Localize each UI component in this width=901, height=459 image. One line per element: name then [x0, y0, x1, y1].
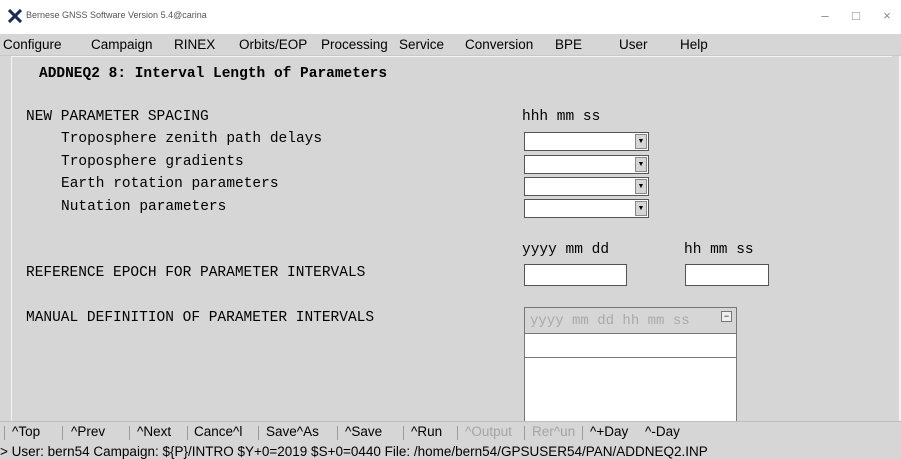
tropo-gradients-combo[interactable]: ▼: [524, 155, 649, 174]
separator: [582, 426, 583, 440]
manual-intervals-table[interactable]: yyyy mm dd hh mm ss −: [524, 307, 737, 423]
save-as-button[interactable]: Save^As: [266, 424, 319, 439]
spacing-format-label: hhh mm ss: [522, 109, 601, 125]
dropdown-arrow-icon[interactable]: ▼: [635, 179, 647, 194]
epoch-time-field[interactable]: [685, 264, 769, 286]
menu-rinex[interactable]: RINEX: [174, 37, 215, 52]
dropdown-arrow-icon[interactable]: ▼: [635, 157, 647, 172]
table-column-header: yyyy mm dd hh mm ss: [530, 313, 690, 329]
close-icon[interactable]: ×: [877, 8, 897, 23]
menu-user[interactable]: User: [619, 37, 648, 52]
panel-title: ADDNEQ2 8: Interval Length of Parameters: [39, 66, 388, 82]
dropdown-arrow-icon[interactable]: ▼: [635, 201, 647, 216]
output-button[interactable]: ^Output: [465, 424, 512, 439]
nutation-label: Nutation parameters: [61, 199, 227, 215]
tropo-gradients-label: Troposphere gradients: [61, 154, 244, 170]
separator: [187, 426, 188, 440]
dropdown-arrow-icon[interactable]: ▼: [635, 134, 647, 149]
epoch-time-format-label: hh mm ss: [684, 242, 754, 258]
epoch-date-field[interactable]: [524, 264, 627, 286]
new-spacing-header: NEW PARAMETER SPACING: [26, 109, 209, 125]
menu-campaign[interactable]: Campaign: [91, 37, 153, 52]
app-logo-icon: [8, 9, 22, 23]
separator: [403, 426, 404, 440]
minus-day-button[interactable]: ^-Day: [645, 424, 680, 439]
rerun-button[interactable]: Rer^un: [532, 424, 575, 439]
separator: [457, 426, 458, 440]
nutation-combo[interactable]: ▼: [524, 199, 649, 218]
separator: [62, 426, 63, 440]
minimize-icon[interactable]: –: [815, 8, 835, 23]
run-button[interactable]: ^Run: [411, 424, 442, 439]
separator: [129, 426, 130, 440]
manual-intervals-label: MANUAL DEFINITION OF PARAMETER INTERVALS: [26, 310, 375, 326]
save-button[interactable]: ^Save: [345, 424, 382, 439]
erp-label: Earth rotation parameters: [61, 176, 279, 192]
menu-orbits-eop[interactable]: Orbits/EOP: [239, 37, 307, 52]
menu-help[interactable]: Help: [680, 37, 708, 52]
table-minimize-icon[interactable]: −: [721, 311, 732, 322]
reference-epoch-label: REFERENCE EPOCH FOR PARAMETER INTERVALS: [26, 265, 366, 281]
cancel-button[interactable]: Cance^l: [194, 424, 242, 439]
separator: [524, 426, 525, 440]
window-title: Bernese GNSS Software Version 5.4@carina: [26, 10, 207, 20]
maximize-icon[interactable]: □: [846, 8, 866, 23]
table-header: yyyy mm dd hh mm ss −: [525, 308, 736, 334]
status-bar: > User: bern54 Campaign: ${P}/INTRO $Y+0…: [0, 443, 901, 459]
epoch-date-format-label: yyyy mm dd: [522, 242, 610, 258]
button-bar: ^Top ^Prev ^Next Cance^l Save^As ^Save ^…: [0, 421, 901, 443]
menu-processing[interactable]: Processing: [321, 37, 388, 52]
plus-day-button[interactable]: ^+Day: [590, 424, 628, 439]
tropo-zpd-label: Troposphere zenith path delays: [61, 131, 323, 147]
input-panel: ADDNEQ2 8: Interval Length of Parameters…: [11, 56, 892, 423]
menu-bpe[interactable]: BPE: [555, 37, 582, 52]
prev-button[interactable]: ^Prev: [71, 424, 105, 439]
status-text: > User: bern54 Campaign: ${P}/INTRO $Y+0…: [0, 444, 708, 459]
tropo-zpd-combo[interactable]: ▼: [524, 132, 649, 151]
top-button[interactable]: ^Top: [12, 424, 40, 439]
table-row[interactable]: [525, 334, 736, 358]
erp-combo[interactable]: ▼: [524, 177, 649, 196]
menu-bar: Configure Campaign RINEX Orbits/EOP Proc…: [0, 34, 901, 56]
next-button[interactable]: ^Next: [137, 424, 171, 439]
menu-service[interactable]: Service: [399, 37, 444, 52]
title-bar: Bernese GNSS Software Version 5.4@carina…: [0, 0, 901, 34]
menu-configure[interactable]: Configure: [3, 37, 62, 52]
separator: [258, 426, 259, 440]
separator: [337, 426, 338, 440]
menu-conversion[interactable]: Conversion: [465, 37, 533, 52]
separator: [4, 426, 5, 440]
